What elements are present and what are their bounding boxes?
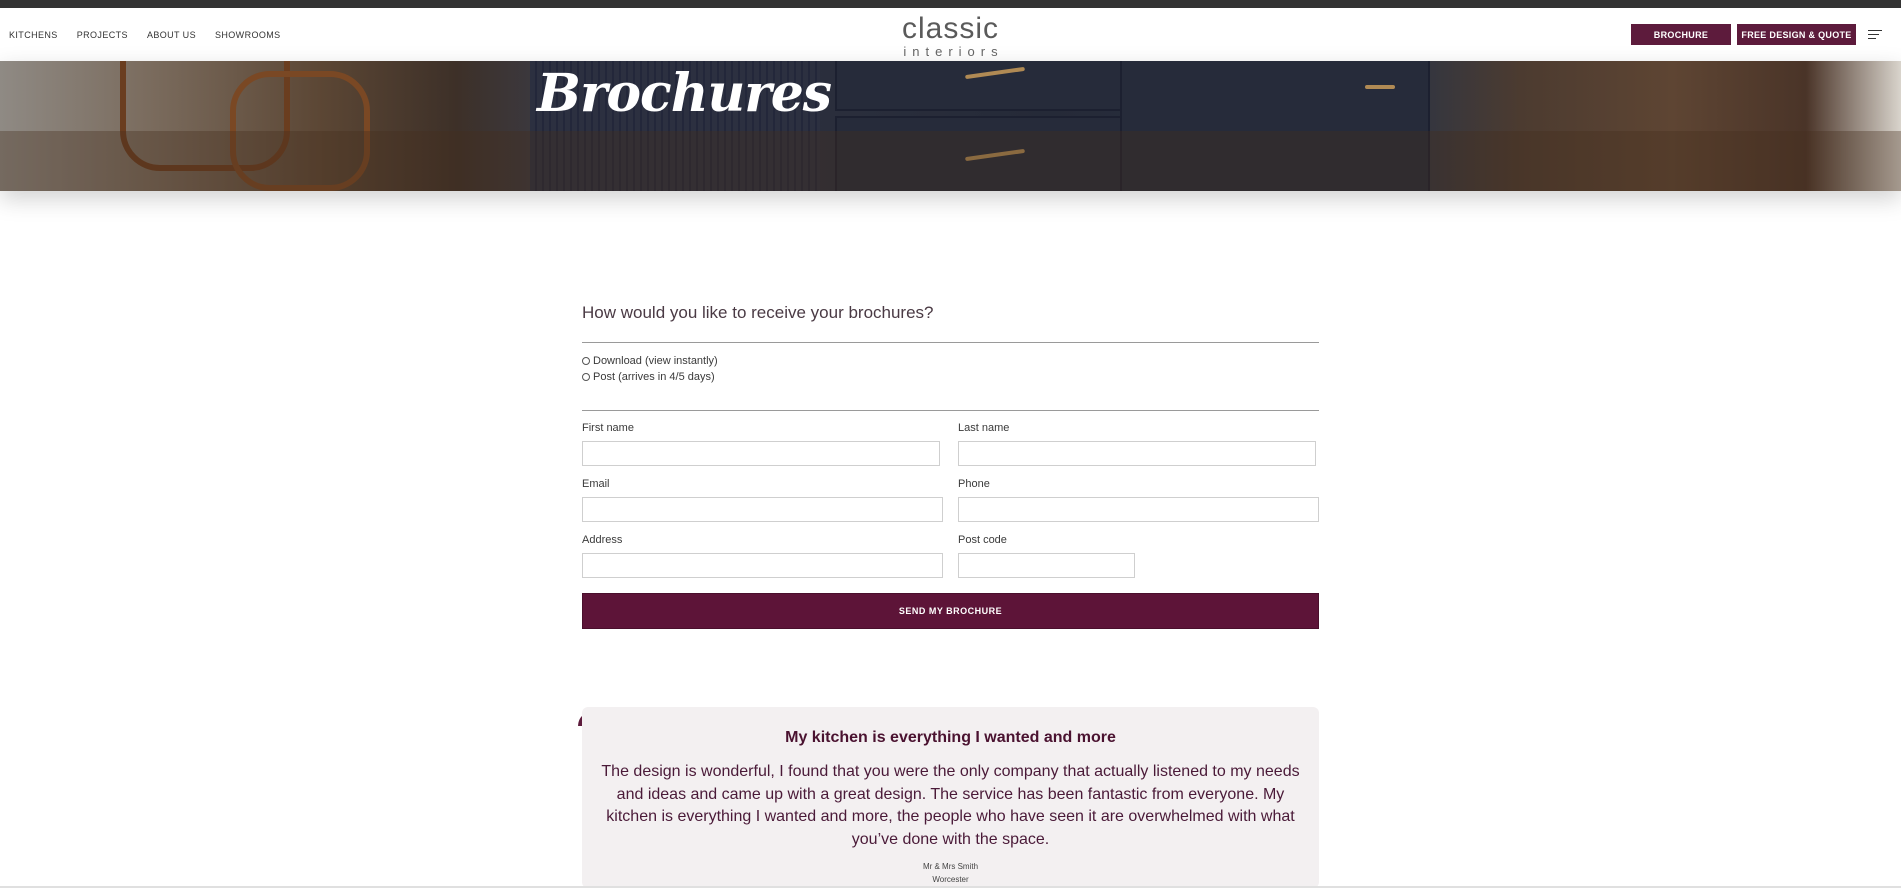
first-name-label: First name bbox=[582, 422, 634, 434]
phone-field[interactable] bbox=[958, 497, 1319, 522]
drawer-handle bbox=[1365, 85, 1395, 89]
free-design-quote-button[interactable]: FREE DESIGN & QUOTE bbox=[1737, 24, 1856, 45]
phone-label: Phone bbox=[958, 478, 990, 490]
postcode-label: Post code bbox=[958, 534, 1007, 546]
hero-banner: Brochures bbox=[0, 61, 1901, 191]
postcode-field[interactable] bbox=[958, 553, 1135, 578]
testimonial-author: Mr & Mrs Smith bbox=[922, 862, 979, 871]
address-field[interactable] bbox=[582, 553, 943, 578]
divider bbox=[582, 342, 1319, 343]
email-field[interactable] bbox=[582, 497, 943, 522]
last-name-label: Last name bbox=[958, 422, 1010, 434]
site-header: KITCHENS PROJECTS ABOUT US SHOWROOMS cla… bbox=[0, 8, 1901, 61]
radio-post[interactable] bbox=[582, 373, 590, 381]
address-label: Address bbox=[582, 534, 623, 546]
logo-wordmark: classic bbox=[901, 12, 999, 45]
option-post-label: Post (arrives in 4/5 days) bbox=[593, 371, 715, 383]
wood-floor bbox=[0, 131, 1901, 191]
hamburger-menu-icon[interactable] bbox=[1868, 30, 1882, 40]
radio-download[interactable] bbox=[582, 357, 590, 365]
option-post[interactable]: Post (arrives in 4/5 days) bbox=[582, 371, 715, 383]
site-logo[interactable]: classic interiors bbox=[0, 12, 1901, 59]
page-title: Brochures bbox=[537, 63, 832, 124]
cabinet-drawer bbox=[835, 61, 1125, 111]
testimonial-title: My kitchen is everything I wanted and mo… bbox=[785, 729, 1116, 746]
email-label: Email bbox=[582, 478, 610, 490]
testimonial-card: My kitchen is everything I wanted and mo… bbox=[582, 707, 1319, 888]
last-name-field[interactable] bbox=[958, 441, 1316, 466]
top-strip bbox=[0, 0, 1901, 8]
brochure-button[interactable]: BROCHURE bbox=[1631, 24, 1731, 45]
first-name-field[interactable] bbox=[582, 441, 940, 466]
logo-subtitle: interiors bbox=[903, 44, 1004, 59]
delivery-question: How would you like to receive your broch… bbox=[582, 303, 934, 322]
send-brochure-button[interactable]: SEND MY BROCHURE bbox=[582, 593, 1319, 629]
testimonial-body: The design is wonderful, I found that yo… bbox=[601, 763, 1300, 848]
testimonial-location: Worcester bbox=[932, 875, 969, 884]
option-download-label: Download (view instantly) bbox=[593, 355, 718, 367]
option-download[interactable]: Download (view instantly) bbox=[582, 355, 718, 367]
brochure-form: How would you like to receive your broch… bbox=[582, 303, 1319, 629]
divider bbox=[582, 410, 1319, 411]
